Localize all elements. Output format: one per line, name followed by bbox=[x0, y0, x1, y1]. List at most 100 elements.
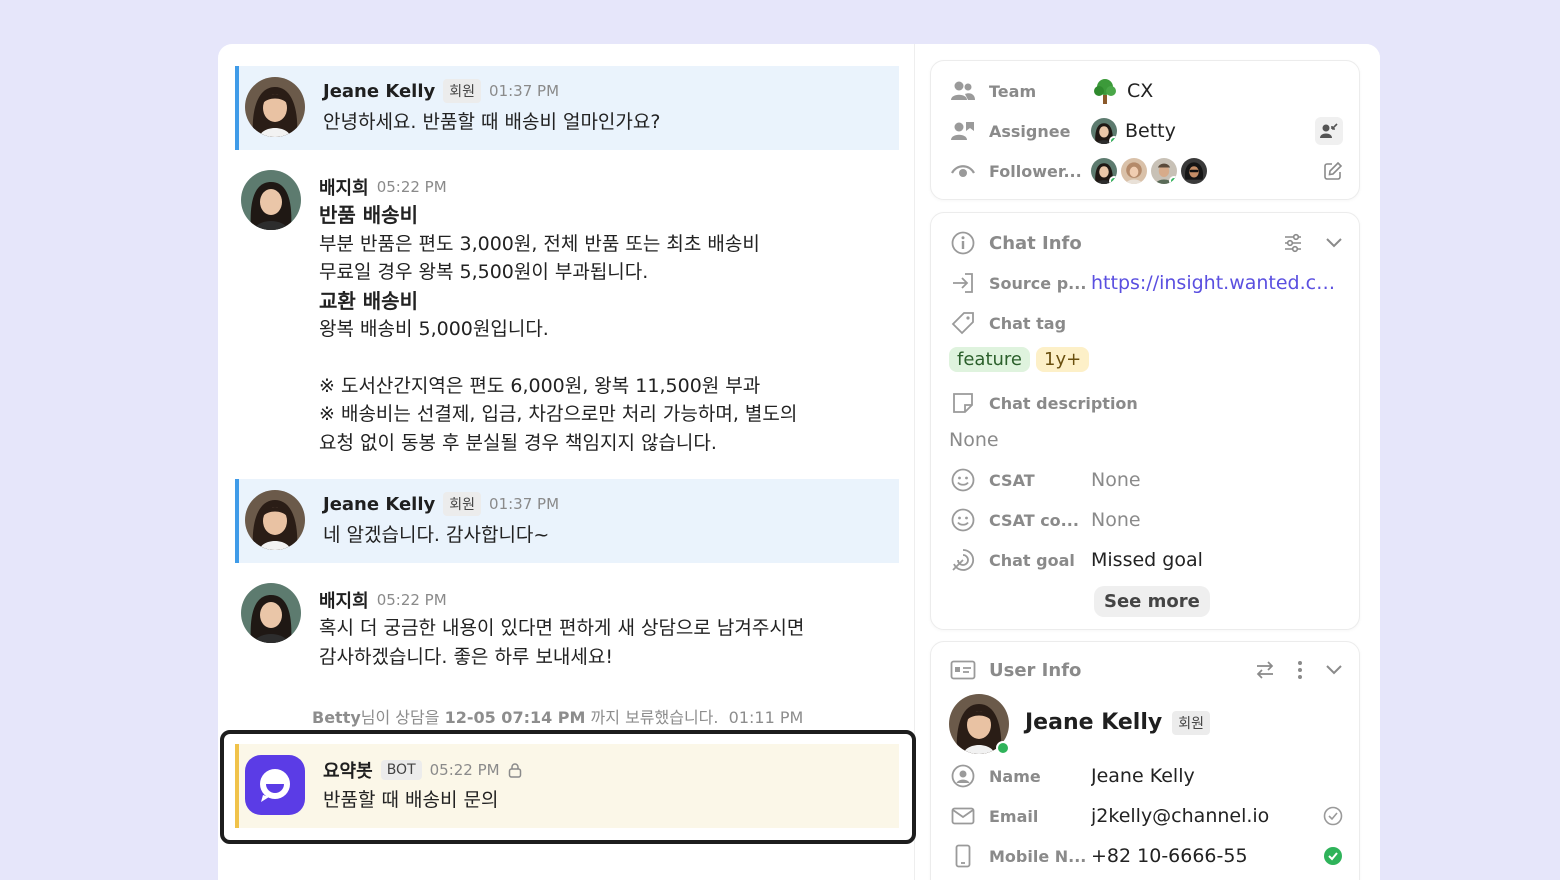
follower-avatar[interactable] bbox=[1121, 158, 1147, 184]
chat-description-row[interactable]: Chat description bbox=[949, 387, 1343, 419]
message-time: 01:37 PM bbox=[489, 495, 560, 513]
message-heading: 교환 배송비 bbox=[319, 288, 418, 313]
message-text: 안녕하세요. 반품할 때 배송비 얼마인가요? bbox=[323, 111, 661, 133]
chevron-down-icon[interactable] bbox=[1325, 664, 1343, 676]
user-circle-icon bbox=[949, 762, 977, 790]
sender-name[interactable]: Jeane Kelly bbox=[323, 494, 435, 515]
avatar[interactable] bbox=[245, 77, 305, 137]
assign-arrow-icon bbox=[1320, 123, 1338, 138]
email-value[interactable]: j2kelly@channel.io bbox=[1091, 805, 1323, 827]
chat-window: Jeane Kelly 회원 01:37 PM 안녕하세요. 반품할 때 배송비… bbox=[218, 44, 1380, 880]
source-page-row[interactable]: Source p... https://insight.wanted.co... bbox=[949, 267, 1343, 299]
message-agent[interactable]: 배지희 05:22 PM 혹시 더 궁금한 내용이 있다면 편하게 새 상담으로… bbox=[235, 577, 899, 677]
eye-icon bbox=[949, 157, 977, 185]
user-info-card: User Info Jeane Kelly 회원 Name Jeane Kell… bbox=[930, 641, 1360, 880]
csat-comment-row[interactable]: CSAT co... None bbox=[949, 504, 1343, 536]
message-line: 왕복 배송비 5,000원입니다. bbox=[319, 318, 549, 340]
chat-info-header[interactable]: Chat Info bbox=[949, 227, 1343, 259]
assignee-avatar[interactable] bbox=[1091, 118, 1117, 144]
sender-name[interactable]: Jeane Kelly bbox=[323, 81, 435, 102]
follower-avatar[interactable] bbox=[1181, 158, 1207, 184]
goal-label: Chat goal bbox=[989, 550, 1075, 570]
chat-tag-row[interactable]: Chat tag bbox=[949, 307, 1343, 339]
message-line: 감사하겠습니다. 좋은 하루 보내세요! bbox=[319, 645, 613, 668]
description-value[interactable]: None bbox=[949, 429, 999, 451]
description-label: Chat description bbox=[989, 393, 1138, 413]
csat-row[interactable]: CSAT None bbox=[949, 464, 1343, 496]
status-time: 01:11 PM bbox=[728, 708, 804, 727]
id-card-icon bbox=[949, 656, 977, 684]
message-user[interactable]: Jeane Kelly 회원 01:37 PM 안녕하세요. 반품할 때 배송비… bbox=[235, 66, 899, 150]
csat-value: None bbox=[1091, 469, 1141, 491]
message-time: 05:22 PM bbox=[376, 591, 447, 609]
smile-icon bbox=[949, 506, 977, 534]
status-actor: Betty bbox=[312, 708, 361, 727]
snooze-status-line: Betty님이 상담을 12-05 07:14 PM 까지 보류했습니다. 01… bbox=[312, 704, 803, 728]
status-text: 까지 보류했습니다. bbox=[590, 708, 719, 727]
avatar[interactable] bbox=[241, 170, 301, 230]
assign-to-me-button[interactable] bbox=[1315, 117, 1343, 145]
message-line: 혹시 더 궁금한 내용이 있다면 편하게 새 상담으로 남겨주시면 bbox=[319, 617, 805, 639]
online-indicator bbox=[996, 741, 1010, 755]
name-value: Jeane Kelly bbox=[1091, 765, 1195, 787]
user-info-header[interactable]: User Info bbox=[949, 654, 1343, 686]
tag-list: feature 1y+ bbox=[949, 347, 1095, 372]
message-line: ※ 도서산간지역은 편도 6,000원, 왕복 11,500원 부과 bbox=[319, 374, 761, 397]
team-value: CX bbox=[1127, 80, 1154, 102]
highlight-frame bbox=[220, 730, 916, 844]
message-user[interactable]: Jeane Kelly 회원 01:37 PM 네 알겠습니다. 감사합니다~ bbox=[235, 479, 899, 563]
message-line: 부분 반품은 편도 3,000원, 전체 반품 또는 최초 배송비 bbox=[319, 232, 760, 255]
avatar[interactable] bbox=[241, 583, 301, 643]
message-body: 반품 배송비 부분 반품은 편도 3,000원, 전체 반품 또는 최초 배송비… bbox=[319, 201, 797, 457]
smile-icon bbox=[949, 466, 977, 494]
status-date: 12-05 07:14 PM bbox=[444, 708, 586, 727]
member-badge: 회원 bbox=[443, 492, 482, 516]
side-panel: Team CX Assignee Betty Follower... Chat … bbox=[916, 44, 1380, 880]
swap-icon[interactable] bbox=[1255, 661, 1275, 679]
team-card: Team CX Assignee Betty Follower... bbox=[930, 60, 1360, 200]
settings-sliders-icon[interactable] bbox=[1283, 233, 1303, 253]
followers-row[interactable]: Follower... bbox=[949, 155, 1343, 187]
sender-name[interactable]: 배지희 bbox=[319, 587, 369, 613]
user-info-title: User Info bbox=[989, 659, 1082, 681]
verified-check-icon bbox=[1324, 847, 1342, 865]
followers-label: Follower... bbox=[989, 161, 1082, 181]
team-row[interactable]: Team CX bbox=[949, 75, 1343, 107]
chat-goal-row[interactable]: Chat goal Missed goal bbox=[949, 544, 1343, 576]
message-text: 네 알겠습니다. 감사합니다~ bbox=[323, 524, 550, 546]
email-label: Email bbox=[989, 806, 1039, 826]
mobile-row[interactable]: Mobile N... +82 10-6666-55 bbox=[949, 840, 1343, 872]
member-badge: 회원 bbox=[443, 79, 482, 103]
avatar[interactable] bbox=[245, 490, 305, 550]
message-line: 무료일 경우 왕복 5,500원이 부과됩니다. bbox=[319, 261, 649, 283]
chevron-down-icon[interactable] bbox=[1325, 237, 1343, 249]
name-row[interactable]: Name Jeane Kelly bbox=[949, 760, 1343, 792]
source-label: Source p... bbox=[989, 273, 1087, 293]
follower-avatar[interactable] bbox=[1091, 158, 1117, 184]
mobile-value[interactable]: +82 10-6666-55 bbox=[1091, 845, 1323, 867]
tree-icon bbox=[1094, 79, 1116, 104]
chat-info-card: Chat Info Source p... https://insight.wa… bbox=[930, 212, 1360, 630]
tag-icon bbox=[949, 309, 977, 337]
name-label: Name bbox=[989, 766, 1041, 786]
edit-icon[interactable] bbox=[1323, 161, 1343, 181]
email-row[interactable]: Email j2kelly@channel.io bbox=[949, 800, 1343, 832]
user-avatar[interactable] bbox=[949, 694, 1010, 755]
see-more-button[interactable]: See more bbox=[1094, 586, 1210, 617]
more-vertical-icon[interactable] bbox=[1297, 660, 1303, 680]
csat-label: CSAT bbox=[989, 470, 1035, 490]
user-name[interactable]: Jeane Kelly bbox=[1025, 710, 1162, 735]
assignee-value: Betty bbox=[1125, 120, 1176, 142]
message-agent[interactable]: 배지희 05:22 PM 반품 배송비 부분 반품은 편도 3,000원, 전체… bbox=[235, 164, 899, 464]
assignee-label: Assignee bbox=[989, 121, 1071, 141]
source-link[interactable]: https://insight.wanted.co... bbox=[1091, 272, 1343, 294]
assignee-row[interactable]: Assignee Betty bbox=[949, 115, 1343, 147]
message-heading: 반품 배송비 bbox=[319, 203, 418, 227]
follower-avatar[interactable] bbox=[1151, 158, 1177, 184]
tag-chip[interactable]: feature bbox=[949, 347, 1030, 372]
csat-comment-value: None bbox=[1091, 509, 1141, 531]
tag-label: Chat tag bbox=[989, 313, 1067, 333]
tag-chip[interactable]: 1y+ bbox=[1036, 347, 1090, 372]
sender-name[interactable]: 배지희 bbox=[319, 174, 369, 200]
login-arrow-icon bbox=[949, 269, 977, 297]
